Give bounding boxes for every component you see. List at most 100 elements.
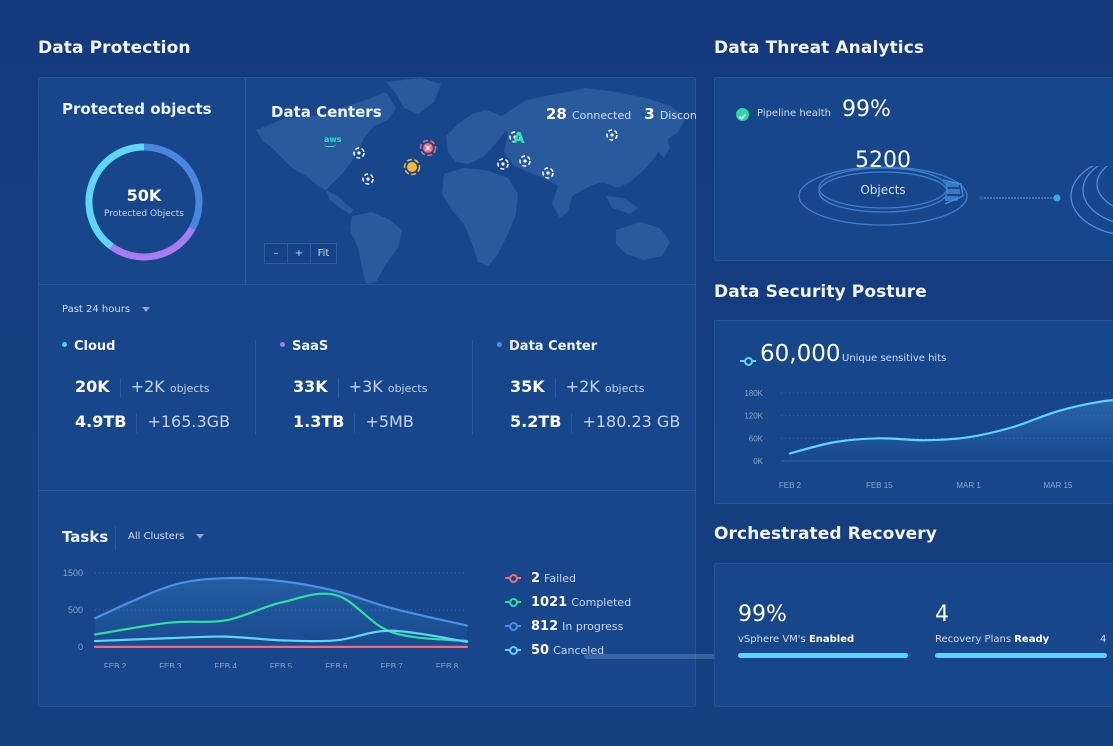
size-stat-row: 5.2TB +180.23 GB [510, 412, 680, 433]
recovery-label-text: vSphere VM's [738, 634, 809, 645]
recovery-progress-bar [738, 653, 910, 658]
security-posture-title: Data Security Posture [714, 282, 927, 302]
security-posture-panel: 60,000 Unique sensitive hits 0K 60K 120K 18… [714, 320, 1113, 504]
pipeline-health-value: 99% [842, 97, 891, 122]
period-dropdown[interactable]: Past 24 hours [62, 304, 151, 315]
map-zoom-controls: – + Fit [264, 243, 339, 264]
objects-stat-row: 35K +2K objects [510, 377, 644, 398]
divider [39, 284, 696, 285]
recovery-progress-bar [935, 653, 1107, 658]
connected-label: Connected [571, 109, 632, 122]
x-tick-label: FEB 15 [866, 481, 893, 490]
cluster-filter-dropdown[interactable]: All Clusters [128, 531, 205, 542]
recovery-metric-total: 4 [1100, 634, 1107, 645]
series-marker-icon [505, 573, 521, 583]
donut-segment-saas [109, 226, 196, 261]
tasks-chart: 0 500 1500 FEB 2 FEB 3 FEB 4 FEB 5 FEB 6 FEB 7 FE… [63, 568, 469, 668]
category-header: SaaS [280, 339, 328, 354]
category-name: SaaS [292, 339, 329, 354]
sensitive-hits-chart: 0K 60K 120K 180K FEB 2 FEB 15 MAR 1 MAR 15 [744, 389, 1113, 490]
aws-icon-label: aws [324, 135, 342, 144]
series-marker-icon [505, 597, 521, 607]
disconnected-marker [419, 139, 437, 157]
size-delta: +165.3GB [147, 412, 231, 431]
y-tick-label: 180K [744, 389, 763, 398]
objects-unit: objects [169, 382, 210, 395]
protected-objects-value: 50K [126, 186, 162, 205]
objects-stat-row: 33K +3K objects [293, 377, 427, 398]
pipeline-health-label: Pipeline health [757, 108, 831, 119]
size-value: 5.2TB [510, 412, 562, 431]
recovery-label-status: Ready [1014, 634, 1050, 645]
size-value: 4.9TB [75, 412, 127, 431]
divider [39, 490, 696, 491]
disconnected-count: 3 [644, 105, 655, 123]
connected-count: 28 [546, 105, 567, 123]
recovery-metric-label: Recovery Plans Ready [935, 634, 1049, 645]
legend-item-completed[interactable]: 1021 Completed [505, 595, 631, 610]
connection-stats: 28 Connected 3 Disconnected [546, 104, 696, 123]
protected-objects-label: Protected Objects [104, 209, 184, 219]
size-stat-row: 1.3TB +5MB [293, 412, 414, 433]
threat-analytics-title: Data Threat Analytics [714, 38, 925, 58]
category-dot-icon [62, 342, 67, 347]
legend-label: In progress [562, 620, 624, 633]
period-selected: Past 24 hours [62, 304, 131, 315]
category-header: Data Center [497, 339, 597, 354]
objects-count: 33K [293, 377, 328, 396]
divider [136, 412, 138, 433]
y-tick-label: 0K [753, 457, 763, 466]
data-protection-title: Data Protection [38, 38, 191, 58]
objects-delta: +3K objects [349, 377, 428, 396]
recovery-progress-fill [935, 653, 1107, 658]
size-value: 1.3TB [293, 412, 345, 431]
data-centers-title: Data Centers [271, 103, 382, 121]
sensitive-hits-value: 60,000 [760, 341, 841, 367]
objects-delta-value: +2K [130, 377, 165, 396]
x-tick-label: FEB 7 [381, 662, 404, 668]
protected-objects-card: Protected objects 50K Protected Objects [39, 78, 246, 284]
aws-icon[interactable]: aws [324, 136, 342, 147]
x-tick-label: FEB 2 [104, 662, 127, 668]
series-marker-icon [505, 621, 521, 631]
recovery-label-status: Enabled [808, 634, 855, 645]
objects-value: 5200 [855, 148, 911, 173]
x-tick-label: FEB 8 [436, 662, 459, 668]
category-dot-icon [280, 342, 285, 347]
orchestrated-recovery-panel: 99% vSphere VM's Enabled 4 Recovery Plans R… [714, 563, 1113, 707]
divider [554, 377, 556, 398]
x-tick-label: FEB 5 [270, 662, 293, 668]
tasks-legend: 2 Failed 1021 Completed 812 In progress 50 Canc… [505, 571, 665, 661]
x-tick-label: FEB 4 [215, 662, 238, 668]
threat-analytics-panel: Pipeline health 99% 5200 Objects [714, 77, 1113, 261]
azure-icon[interactable]: A [513, 129, 525, 147]
chevron-down-icon [196, 533, 205, 539]
orchestrated-recovery-title: Orchestrated Recovery [714, 524, 937, 544]
data-centers-map[interactable]: Data Centers aws A 28 Connected 3 Discon… [246, 78, 696, 284]
y-tick-label: 500 [68, 605, 83, 615]
legend-item-failed[interactable]: 2 Failed [505, 571, 576, 586]
y-tick-label: 60K [749, 434, 764, 443]
category-header: Cloud [62, 339, 116, 354]
objects-count: 20K [75, 377, 110, 396]
y-tick-label: 120K [744, 412, 763, 421]
fit-button[interactable]: Fit [310, 243, 337, 264]
objects-unit: objects [387, 382, 428, 395]
category-name: Cloud [74, 339, 116, 354]
cluster-filter-selected: All Clusters [128, 531, 185, 542]
category-dot-icon [497, 342, 502, 347]
data-protection-panel: Protected objects 50K Protected Objects [38, 77, 724, 707]
zoom-in-button[interactable]: + [287, 243, 311, 264]
zoom-out-button[interactable]: – [264, 243, 288, 264]
category-name: Data Center [509, 339, 598, 354]
recovery-metric-label: vSphere VM's Enabled [738, 634, 854, 645]
divider [571, 412, 573, 433]
recovery-progress-fill [738, 653, 909, 658]
objects-delta-value: +2K [565, 377, 600, 396]
y-tick-label: 0 [78, 642, 83, 652]
objects-label: Objects [860, 183, 906, 197]
legend-count: 50 [531, 643, 550, 658]
scrollbar[interactable] [584, 654, 724, 659]
divider [337, 377, 339, 398]
legend-item-in-progress[interactable]: 812 In progress [505, 619, 623, 634]
